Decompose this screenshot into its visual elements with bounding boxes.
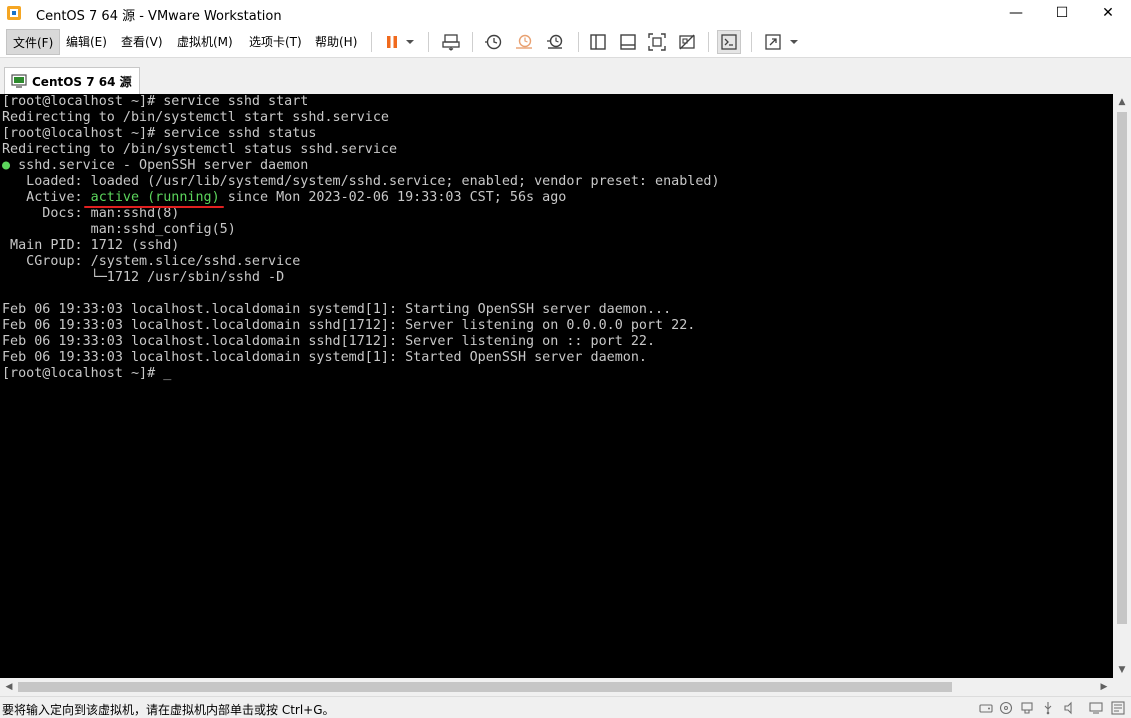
usb-device-icon[interactable]: [1040, 700, 1056, 716]
vertical-scroll-thumb[interactable]: [1117, 112, 1127, 624]
menu-edit[interactable]: 编辑(E): [60, 29, 113, 55]
console-line: Docs: man:sshd(8): [2, 206, 180, 221]
toolbar-separator: [578, 32, 579, 52]
hard-disk-icon[interactable]: [978, 700, 994, 716]
toolbar-separator: [708, 32, 709, 52]
vmware-app-icon: [7, 6, 21, 20]
console-line: [root@localhost ~]# service sshd start: [2, 94, 309, 109]
stretch-icon: [765, 34, 781, 50]
power-dropdown-button[interactable]: [402, 30, 418, 54]
console-line: Feb 06 19:33:03 localhost.localdomain ss…: [2, 318, 696, 333]
menu-file[interactable]: 文件(F): [6, 29, 61, 55]
revert-snapshot-icon: [516, 34, 532, 49]
horizontal-scrollbar[interactable]: ◀ ▶: [0, 678, 1113, 696]
terminal-output: [root@localhost ~]# service sshd start Re…: [2, 94, 720, 382]
pause-icon: [387, 36, 397, 48]
menu-help[interactable]: 帮助(H): [309, 29, 363, 55]
console-line: CGroup: /system.slice/sshd.service: [2, 254, 301, 269]
take-snapshot-button[interactable]: [481, 30, 505, 54]
console-line: Feb 06 19:33:03 localhost.localdomain ss…: [2, 334, 656, 349]
show-library-button[interactable]: [586, 30, 610, 54]
tab-label: CentOS 7 64 源: [32, 74, 132, 89]
close-button[interactable]: ✕: [1085, 0, 1131, 26]
message-log-icon[interactable]: [1110, 700, 1126, 716]
cd-dvd-icon[interactable]: [998, 700, 1014, 716]
full-screen-button[interactable]: [645, 30, 669, 54]
menu-view[interactable]: 查看(V): [115, 29, 169, 55]
sidebar-layout-icon: [590, 34, 606, 50]
maximize-icon: ☐: [1055, 5, 1069, 21]
toolbar-separator: [472, 32, 473, 52]
vm-icon: [11, 74, 27, 88]
scroll-corner: [1113, 678, 1131, 696]
active-line: Active: active (running) since Mon 2023-…: [2, 190, 567, 205]
pause-button[interactable]: [380, 30, 404, 54]
thumbnail-layout-icon: [620, 34, 636, 50]
red-annotation-underline: [84, 206, 224, 208]
revert-snapshot-button[interactable]: [512, 30, 536, 54]
minimize-icon: —: [1009, 5, 1023, 21]
window-title: CentOS 7 64 源 - VMware Workstation: [36, 9, 282, 24]
status-bar: 要将输入定向到该虚拟机，请在虚拟机内部单击或按 Ctrl+G。: [0, 696, 1131, 718]
scroll-up-arrow-icon[interactable]: ▲: [1113, 94, 1131, 110]
unity-button[interactable]: [675, 30, 699, 54]
terminal-icon: [721, 34, 737, 50]
menu-toolbar: 文件(F) 编辑(E) 查看(V) 虚拟机(M) 选项卡(T) 帮助(H): [0, 26, 1131, 58]
horizontal-scroll-thumb[interactable]: [18, 682, 952, 692]
stretch-view-button[interactable]: [761, 30, 785, 54]
snapshot-clock-icon: [485, 34, 502, 50]
snapshot-manager-button[interactable]: [543, 30, 567, 54]
console-line: Redirecting to /bin/systemctl start sshd…: [2, 110, 389, 125]
send-keys-icon: [442, 34, 460, 51]
close-icon: ✕: [1102, 5, 1114, 21]
vm-tab-strip: CentOS 7 64 源 ✕: [0, 58, 1131, 94]
shell-prompt: [root@localhost ~]# _: [2, 366, 172, 381]
console-line: [root@localhost ~]# service sshd status: [2, 126, 317, 141]
title-bar: CentOS 7 64 源 - VMware Workstation — ☐ ✕: [0, 0, 1131, 26]
stretch-dropdown-button[interactable]: [786, 30, 802, 54]
snapshot-manager-icon: [547, 34, 563, 49]
status-message: 要将输入定向到该虚拟机，请在虚拟机内部单击或按 Ctrl+G。: [2, 703, 335, 717]
console-line: └─1712 /usr/sbin/sshd -D: [2, 270, 285, 285]
tab-centos-vm[interactable]: CentOS 7 64 源 ✕: [4, 67, 140, 94]
sound-card-icon[interactable]: [1062, 700, 1078, 716]
console-line: Main PID: 1712 (sshd): [2, 238, 180, 253]
vertical-scrollbar[interactable]: ▲ ▼: [1113, 94, 1131, 678]
console-line: Feb 06 19:33:03 localhost.localdomain sy…: [2, 302, 672, 317]
tab-close-icon[interactable]: ✕: [122, 73, 133, 88]
console-line: man:sshd_config(5): [2, 222, 236, 237]
send-ctrl-alt-del-button[interactable]: [439, 30, 463, 54]
toolbar-separator: [751, 32, 752, 52]
menu-vm[interactable]: 虚拟机(M): [171, 29, 239, 55]
scroll-down-arrow-icon[interactable]: ▼: [1113, 662, 1131, 678]
console-line: Feb 06 19:33:03 localhost.localdomain sy…: [2, 350, 647, 365]
status-dot: ●: [2, 158, 11, 173]
maximize-button[interactable]: ☐: [1039, 0, 1085, 26]
vm-console-screen[interactable]: [root@localhost ~]# service sshd start Re…: [0, 94, 1113, 678]
service-line: ● sshd.service - OpenSSH server daemon: [2, 158, 309, 173]
console-line: Redirecting to /bin/systemctl status ssh…: [2, 142, 398, 157]
show-thumbnail-bar-button[interactable]: [616, 30, 640, 54]
toolbar-separator: [428, 32, 429, 52]
unity-disabled-icon: [679, 34, 695, 50]
chevron-down-icon: [790, 40, 798, 44]
chevron-down-icon: [406, 40, 414, 44]
loaded-line: Loaded: loaded (/usr/lib/systemd/system/…: [2, 174, 720, 189]
toolbar-separator: [371, 32, 372, 52]
scroll-left-arrow-icon[interactable]: ◀: [0, 678, 18, 696]
network-adapter-icon[interactable]: [1019, 700, 1035, 716]
fullscreen-icon: [648, 33, 666, 51]
scroll-right-arrow-icon[interactable]: ▶: [1095, 678, 1113, 696]
active-running-status: active (running): [82, 190, 220, 205]
minimize-button[interactable]: —: [993, 0, 1039, 26]
menu-tabs[interactable]: 选项卡(T): [243, 29, 308, 55]
display-icon[interactable]: [1088, 700, 1104, 716]
console-view-button[interactable]: [717, 30, 741, 54]
